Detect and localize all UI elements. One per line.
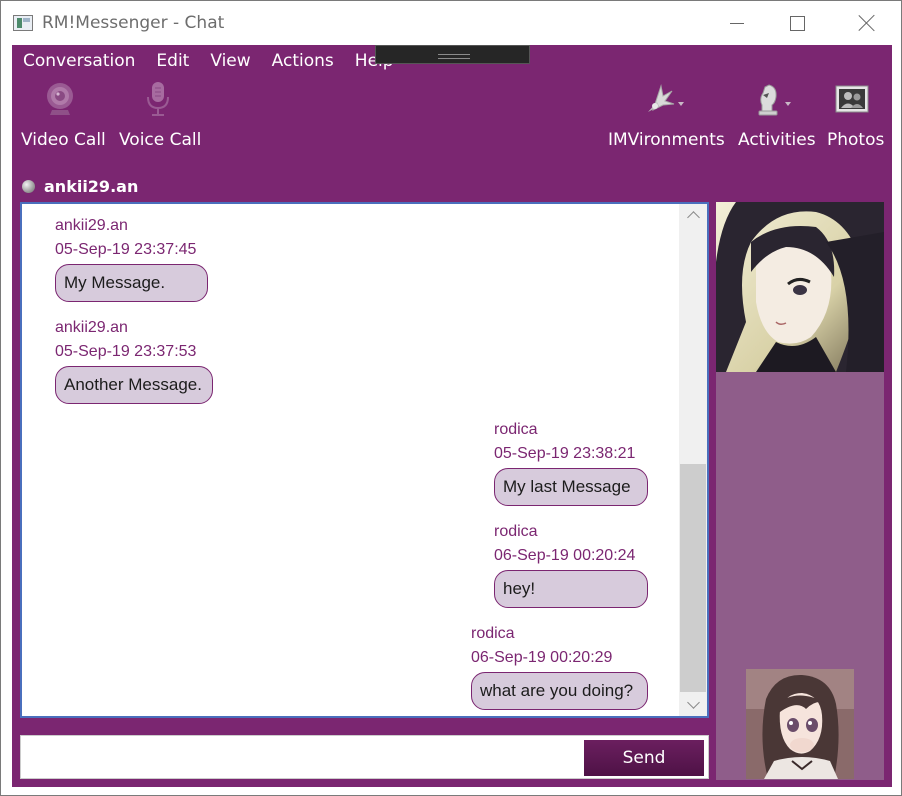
minimize-icon: [730, 22, 744, 24]
message-timestamp: 06-Sep-19 00:20:24: [494, 547, 636, 564]
chevron-down-icon: [686, 696, 700, 709]
menu-actions[interactable]: Actions: [261, 49, 344, 75]
menu-edit[interactable]: Edit: [145, 49, 199, 75]
webcam-icon: [47, 83, 73, 115]
message-item: ankii29.an 05-Sep-19 23:37:53 Another Me…: [55, 316, 213, 404]
message-bubble: My last Message: [494, 468, 648, 506]
imvironments-dropdown-caret[interactable]: [678, 102, 684, 106]
activities-button[interactable]: [748, 79, 788, 119]
photos-label[interactable]: Photos: [827, 130, 884, 150]
message-timestamp: 05-Sep-19 23:37:45: [55, 241, 197, 258]
message-timestamp: 05-Sep-19 23:38:21: [494, 445, 636, 462]
maximize-icon: [789, 15, 805, 31]
chevron-up-icon: [686, 211, 700, 224]
avatar-side-panel: [716, 202, 884, 780]
message-bubble: hey!: [494, 570, 648, 608]
contact-avatar[interactable]: [716, 202, 884, 372]
contact-header: ankii29.an: [22, 177, 138, 196]
message-sender: ankii29.an: [55, 319, 128, 336]
menu-bar: Conversation Edit View Actions Help: [12, 49, 404, 75]
message-item: rodica 06-Sep-19 00:20:29 what are you d…: [471, 622, 648, 710]
contact-name: ankii29.an: [44, 177, 139, 196]
composer-bar: Send: [20, 735, 709, 779]
message-sender: rodica: [494, 523, 538, 540]
menu-conversation[interactable]: Conversation: [12, 49, 145, 75]
close-button[interactable]: [844, 1, 890, 45]
maximize-button[interactable]: [774, 1, 820, 45]
message-timestamp: 05-Sep-19 23:37:53: [55, 343, 197, 360]
message-sender: rodica: [471, 625, 515, 642]
message-item: rodica 06-Sep-19 00:20:24 hey!: [494, 520, 648, 608]
message-bubble: Another Message.: [55, 366, 213, 404]
imvironments-label[interactable]: IMVironments: [608, 130, 725, 150]
minimize-button[interactable]: [714, 1, 760, 45]
scrollbar-thumb[interactable]: [680, 464, 706, 692]
imvironments-icon: [648, 84, 675, 112]
video-call-button[interactable]: [40, 79, 80, 119]
photos-icon: [835, 85, 869, 113]
activities-dropdown-caret[interactable]: [785, 102, 791, 106]
message-bubble: what are you doing?: [471, 672, 648, 710]
scroll-down-button[interactable]: [679, 694, 707, 716]
microphone-icon: [147, 82, 169, 116]
menu-view[interactable]: View: [199, 49, 260, 75]
menu-grip-handle[interactable]: [375, 45, 530, 64]
message-item: ankii29.an 05-Sep-19 23:37:45 My Message…: [55, 214, 208, 302]
close-icon: [858, 14, 876, 32]
title-bar: RM!Messenger - Chat: [1, 1, 901, 45]
voice-call-label[interactable]: Voice Call: [119, 130, 201, 150]
message-input[interactable]: [27, 740, 577, 774]
window-title: RM!Messenger - Chat: [42, 13, 225, 33]
send-button[interactable]: Send: [584, 740, 704, 776]
user-avatar[interactable]: [746, 669, 854, 779]
contact-avatar-image: [716, 202, 884, 372]
presence-status-icon: [22, 180, 35, 193]
chess-knight-icon: [758, 84, 778, 116]
photos-button[interactable]: [834, 81, 870, 117]
message-timestamp: 06-Sep-19 00:20:29: [471, 649, 613, 666]
activities-label[interactable]: Activities: [738, 130, 816, 150]
video-call-label[interactable]: Video Call: [21, 130, 106, 150]
imvironments-button[interactable]: [640, 79, 680, 119]
voice-call-button[interactable]: [138, 79, 178, 119]
message-sender: rodica: [494, 421, 538, 438]
message-item: rodica 05-Sep-19 23:38:21 My last Messag…: [494, 418, 648, 506]
messenger-window: RM!Messenger - Chat Conversation Edit Vi…: [0, 0, 902, 796]
conversation-scrollbar[interactable]: [679, 204, 707, 716]
user-avatar-image: [746, 669, 854, 779]
app-icon: [13, 15, 33, 31]
conversation-pane[interactable]: ankii29.an 05-Sep-19 23:37:45 My Message…: [20, 202, 709, 718]
scroll-up-button[interactable]: [679, 204, 707, 226]
chat-frame: Conversation Edit View Actions Help Vide…: [12, 45, 892, 787]
message-bubble: My Message.: [55, 264, 208, 302]
message-sender: ankii29.an: [55, 217, 128, 234]
